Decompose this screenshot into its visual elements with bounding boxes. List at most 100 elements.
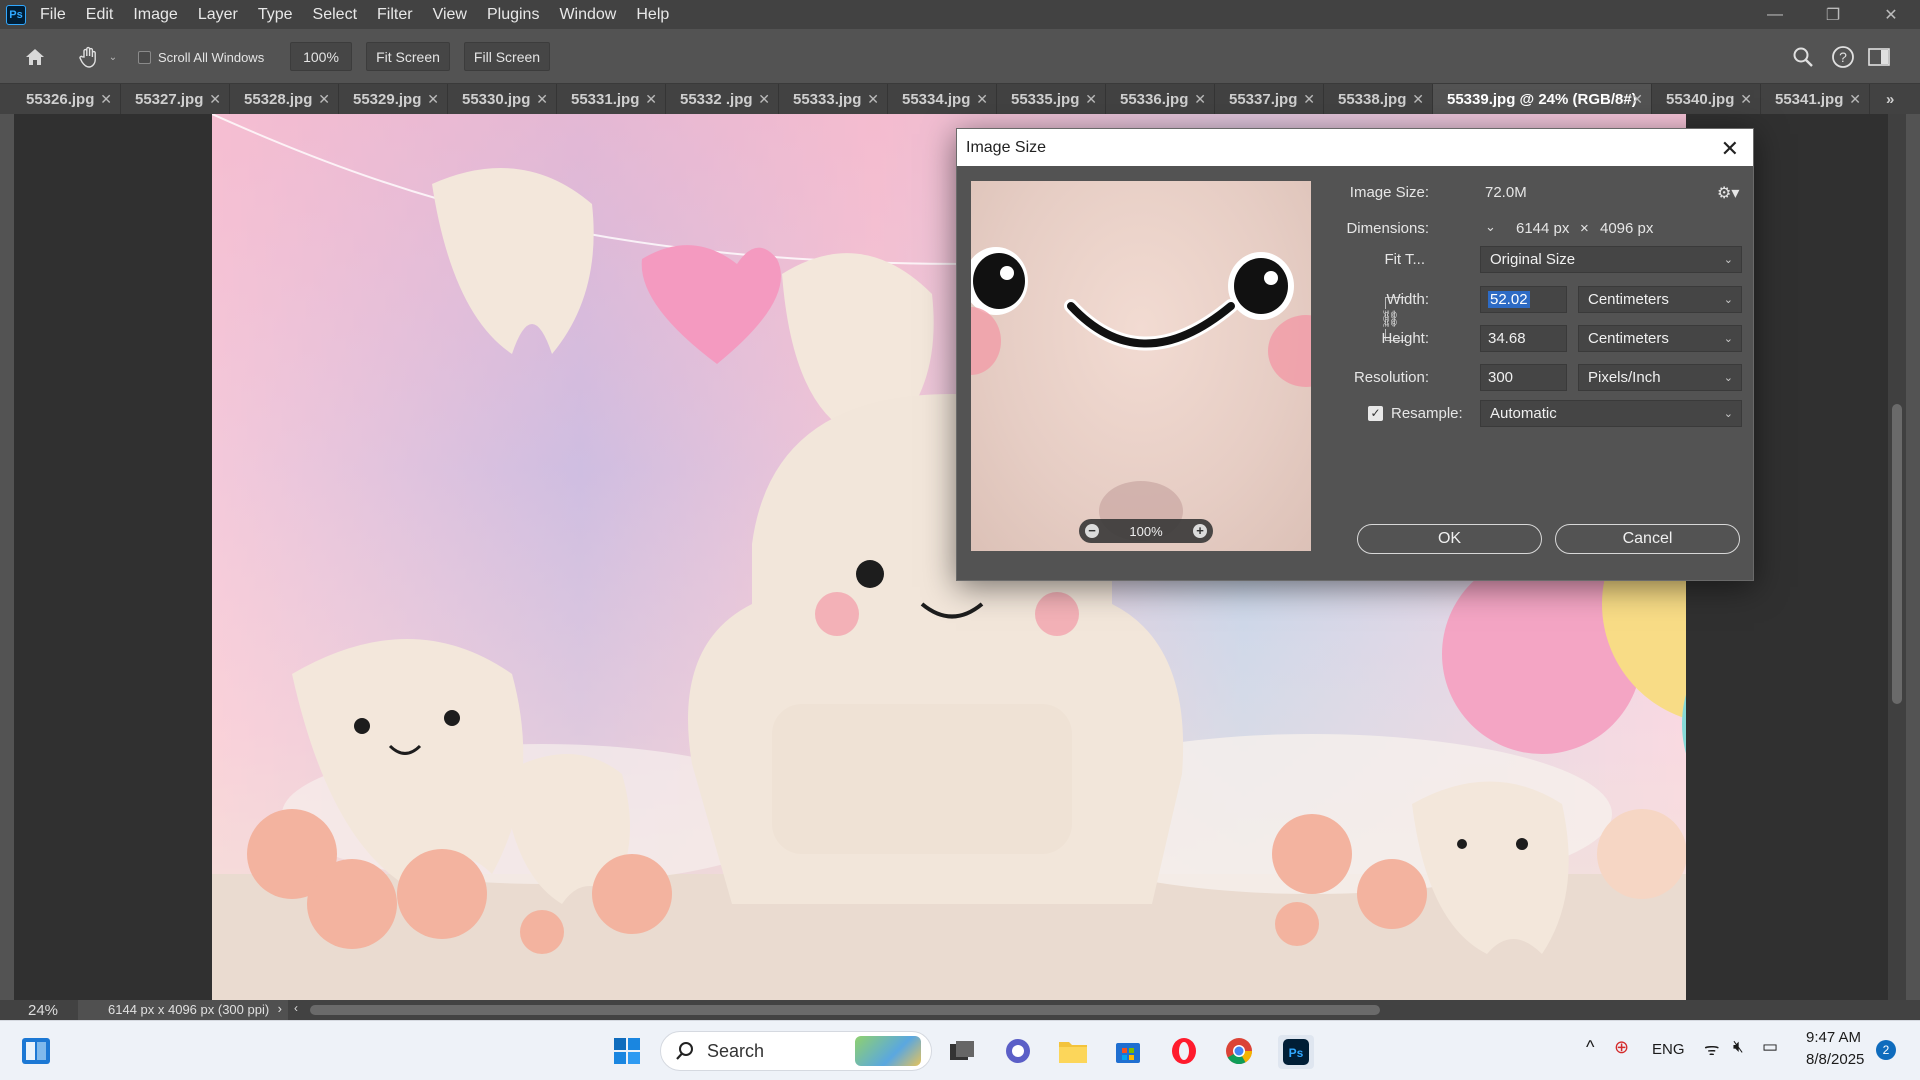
width-unit-select[interactable]: Centimeters ⌄ [1578, 286, 1742, 313]
file-explorer-icon[interactable] [1057, 1035, 1089, 1067]
height-input[interactable]: 34.68 [1480, 325, 1567, 352]
fit-to-select[interactable]: Original Size ⌄ [1480, 246, 1742, 273]
tab-document[interactable]: 55327.jpg ✕ [121, 84, 230, 114]
checkbox-box[interactable] [138, 50, 151, 64]
tab-close-icon[interactable]: ✕ [209, 91, 221, 108]
scroll-all-windows-checkbox[interactable]: Scroll All Windows [138, 46, 264, 68]
menu-type[interactable]: Type [258, 6, 293, 24]
tab-close-icon[interactable]: ✕ [1849, 91, 1861, 108]
cancel-button[interactable]: Cancel [1555, 524, 1740, 554]
gear-icon[interactable]: ⚙▾ [1717, 183, 1739, 203]
vertical-scroll-thumb[interactable] [1892, 404, 1902, 704]
hand-tool-icon[interactable] [76, 43, 102, 71]
clock-time[interactable]: 9:47 AM [1806, 1029, 1861, 1046]
fill-screen-button[interactable]: Fill Screen [464, 42, 550, 71]
tab-close-icon[interactable]: ✕ [536, 91, 548, 108]
tab-close-icon[interactable]: ✕ [645, 91, 657, 108]
menu-filter[interactable]: Filter [377, 6, 413, 24]
tab-document[interactable]: 55332 .jpg ✕ [666, 84, 779, 114]
menu-image[interactable]: Image [133, 6, 177, 24]
tab-close-icon[interactable]: ✕ [1740, 91, 1752, 108]
tab-document[interactable]: 55333.jpg ✕ [779, 84, 888, 114]
minimize-icon[interactable]: — [1746, 0, 1804, 29]
tab-close-icon[interactable]: ✕ [318, 91, 330, 108]
horizontal-scroll-thumb[interactable] [310, 1005, 1380, 1015]
resample-select[interactable]: Automatic ⌄ [1480, 400, 1742, 427]
tab-document[interactable]: 55337.jpg ✕ [1215, 84, 1324, 114]
notification-badge[interactable]: 2 [1876, 1040, 1896, 1060]
tab-document[interactable]: 55338.jpg ✕ [1324, 84, 1433, 114]
tray-overflow-icon[interactable]: ^ [1586, 1037, 1594, 1058]
zoom-in-icon[interactable]: + [1193, 524, 1207, 538]
tab-close-icon[interactable]: ✕ [1412, 91, 1424, 108]
chevron-right-icon[interactable]: › [278, 1001, 282, 1016]
menu-plugins[interactable]: Plugins [487, 6, 539, 24]
menu-window[interactable]: Window [559, 6, 616, 24]
zoom-level[interactable]: 24% [28, 1002, 58, 1019]
dialog-title-bar[interactable]: Image Size ✕ [957, 129, 1753, 166]
restore-icon[interactable]: ❐ [1804, 0, 1862, 29]
more-tabs-icon[interactable]: » [1876, 84, 1912, 114]
chrome-icon[interactable] [1223, 1035, 1255, 1067]
tab-document[interactable]: 55334.jpg ✕ [888, 84, 997, 114]
tab-document[interactable]: 55340.jpg ✕ [1652, 84, 1761, 114]
photoshop-taskbar-icon[interactable]: Ps [1278, 1035, 1314, 1069]
tab-close-icon[interactable]: ✕ [100, 91, 112, 108]
wifi-icon[interactable]: ᯤ [1704, 1037, 1720, 1060]
tab-document[interactable]: 55331.jpg ✕ [557, 84, 666, 114]
home-icon[interactable] [22, 44, 48, 70]
tab-document[interactable]: 55341.jpg ✕ [1761, 84, 1870, 114]
link-icon[interactable]: ⛓ [1380, 309, 1401, 329]
resolution-unit-select[interactable]: Pixels/Inch ⌄ [1578, 364, 1742, 391]
fit-screen-button[interactable]: Fit Screen [366, 42, 450, 71]
tab-close-icon[interactable]: ✕ [1631, 91, 1643, 108]
volume-icon[interactable]: 🔇︎ [1733, 1037, 1744, 1057]
widgets-icon[interactable] [20, 1035, 52, 1067]
tab-document[interactable]: 55328.jpg ✕ [230, 84, 339, 114]
tab-document[interactable]: 55330.jpg ✕ [448, 84, 557, 114]
tab-close-icon[interactable]: ✕ [758, 91, 770, 108]
dimensions-dropdown-icon[interactable]: ⌄ [1485, 219, 1496, 235]
tab-close-icon[interactable]: ✕ [427, 91, 439, 108]
start-icon[interactable] [611, 1035, 643, 1067]
scroll-left-icon[interactable]: ‹ [294, 1001, 298, 1015]
height-unit-select[interactable]: Centimeters ⌄ [1578, 325, 1742, 352]
vpn-icon[interactable]: ⊕ [1614, 1037, 1629, 1058]
preview-image[interactable]: − 100% + [971, 181, 1311, 551]
tab-document-active[interactable]: 55339.jpg @ 24% (RGB/8#) ✕ [1433, 84, 1652, 114]
close-window-icon[interactable]: ✕ [1862, 0, 1920, 29]
zoom-100-button[interactable]: 100% [290, 42, 352, 71]
resolution-input[interactable]: 300 [1480, 364, 1567, 391]
menu-select[interactable]: Select [313, 6, 357, 24]
opera-icon[interactable] [1168, 1035, 1200, 1067]
tab-document[interactable]: 55336.jpg ✕ [1106, 84, 1215, 114]
tool-preset-chevron-icon[interactable]: ⌄ [106, 47, 120, 67]
resample-checkbox[interactable]: ✓ [1368, 406, 1383, 421]
battery-icon[interactable]: ▭ [1762, 1037, 1778, 1057]
search-icon[interactable] [1790, 44, 1816, 70]
vertical-scrollbar[interactable] [1888, 114, 1906, 1000]
tab-close-icon[interactable]: ✕ [1194, 91, 1206, 108]
menu-edit[interactable]: Edit [86, 6, 114, 24]
chat-icon[interactable] [1002, 1035, 1034, 1067]
store-icon[interactable] [1112, 1035, 1144, 1067]
tab-document[interactable]: 55326.jpg ✕ [12, 84, 121, 114]
tab-close-icon[interactable]: ✕ [1303, 91, 1315, 108]
tab-close-icon[interactable]: ✕ [867, 91, 879, 108]
menu-layer[interactable]: Layer [198, 6, 238, 24]
language-indicator[interactable]: ENG [1652, 1041, 1685, 1058]
zoom-out-icon[interactable]: − [1085, 524, 1099, 538]
help-icon[interactable]: ? [1830, 44, 1856, 70]
menu-file[interactable]: File [40, 6, 66, 24]
clock-date[interactable]: 8/8/2025 [1806, 1051, 1864, 1068]
tab-document[interactable]: 55335.jpg ✕ [997, 84, 1106, 114]
taskbar-search[interactable]: Search [660, 1031, 932, 1071]
document-info[interactable]: 6144 px x 4096 px (300 ppi) › [78, 1000, 288, 1020]
horizontal-scrollbar[interactable]: ‹ [294, 1001, 1880, 1016]
workspace-icon[interactable] [1866, 44, 1892, 70]
menu-help[interactable]: Help [636, 6, 669, 24]
close-icon[interactable]: ✕ [1721, 136, 1739, 162]
tab-close-icon[interactable]: ✕ [1085, 91, 1097, 108]
ok-button[interactable]: OK [1357, 524, 1542, 554]
menu-view[interactable]: View [433, 6, 467, 24]
